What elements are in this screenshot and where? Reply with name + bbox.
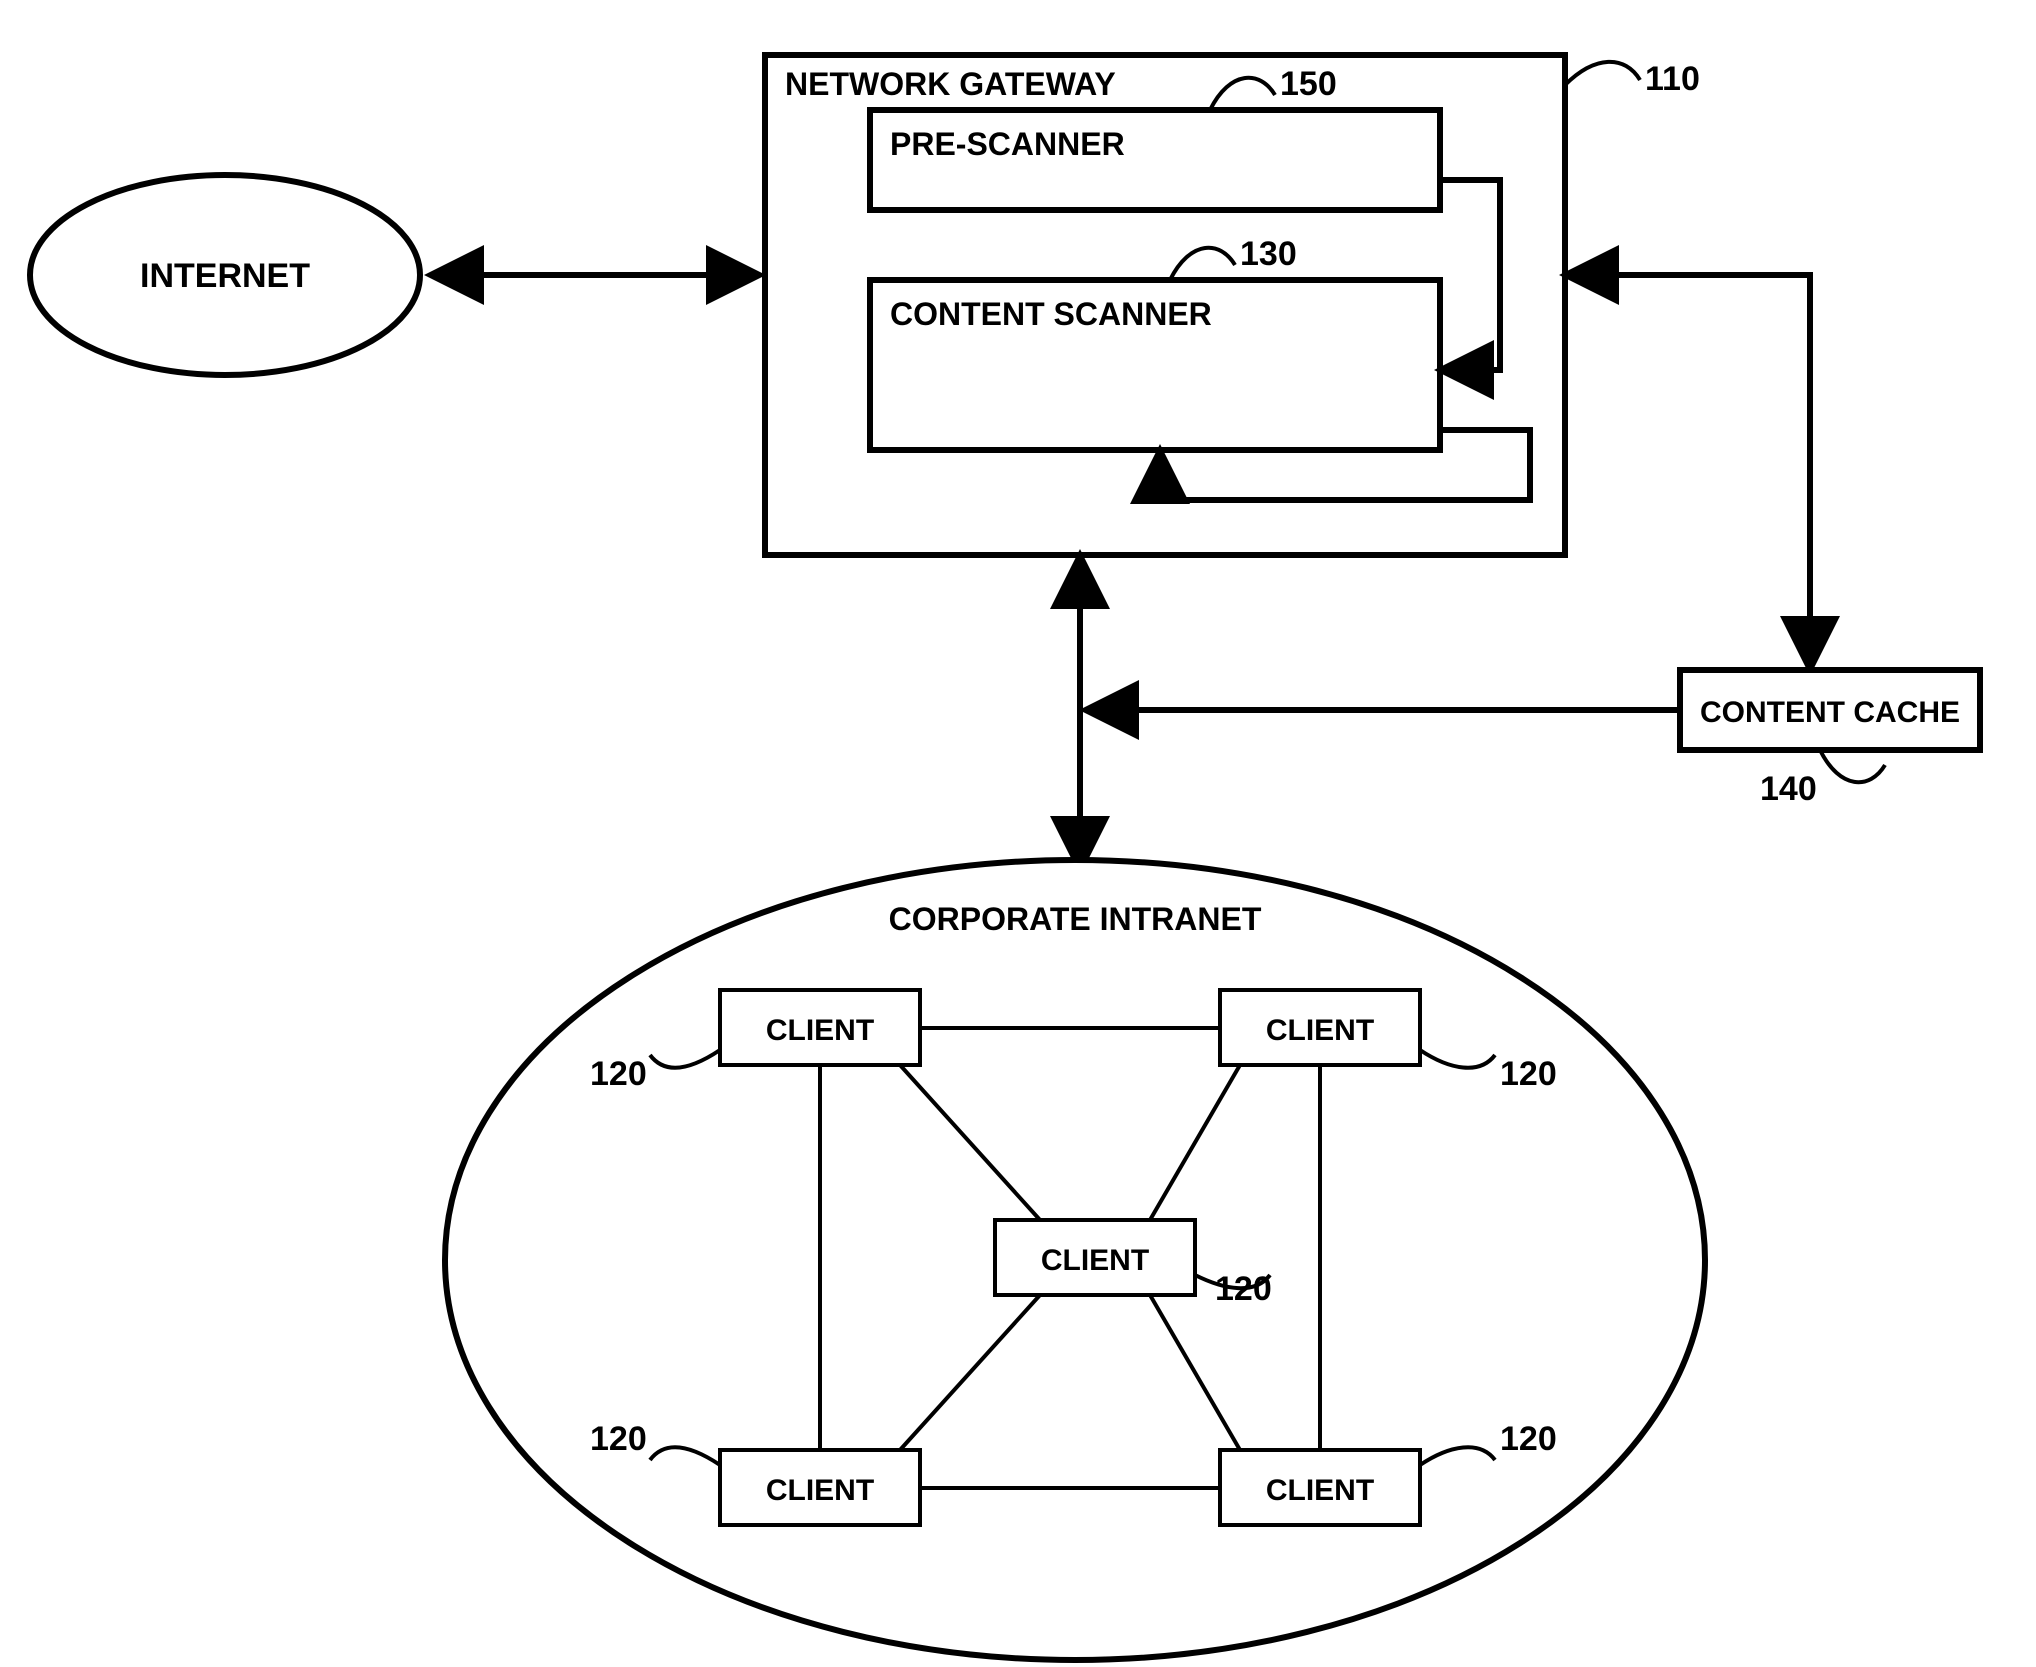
ref-120-bl: 120 bbox=[590, 1420, 647, 1458]
ref-120-tl: 120 bbox=[590, 1055, 647, 1093]
content-cache-label: CONTENT CACHE bbox=[1700, 696, 1960, 729]
ref-130: 130 bbox=[1240, 235, 1297, 273]
intranet-title: CORPORATE INTRANET bbox=[889, 901, 1262, 937]
ref-110: 110 bbox=[1645, 60, 1700, 98]
client-label-c: CLIENT bbox=[1041, 1244, 1149, 1277]
pre-scanner-label: PRE-SCANNER bbox=[890, 126, 1125, 162]
arrow-gateway-cache bbox=[1565, 275, 1810, 670]
ref-110-leader bbox=[1565, 62, 1640, 85]
gateway-title: NETWORK GATEWAY bbox=[785, 66, 1116, 102]
content-scanner-label: CONTENT SCANNER bbox=[890, 296, 1212, 332]
ref-120-tr: 120 bbox=[1500, 1055, 1557, 1093]
client-label-br: CLIENT bbox=[1266, 1474, 1374, 1507]
client-label-tr: CLIENT bbox=[1266, 1014, 1374, 1047]
ref-140: 140 bbox=[1760, 770, 1817, 808]
ref-120-c: 120 bbox=[1215, 1270, 1272, 1308]
client-label-bl: CLIENT bbox=[766, 1474, 874, 1507]
internet-label: INTERNET bbox=[140, 257, 310, 295]
client-label-tl: CLIENT bbox=[766, 1014, 874, 1047]
ref-120-br: 120 bbox=[1500, 1420, 1557, 1458]
ref-150: 150 bbox=[1280, 65, 1337, 103]
ref-140-leader bbox=[1820, 750, 1885, 782]
diagram: INTERNET NETWORK GATEWAY PRE-SCANNER CON… bbox=[0, 0, 2036, 1667]
